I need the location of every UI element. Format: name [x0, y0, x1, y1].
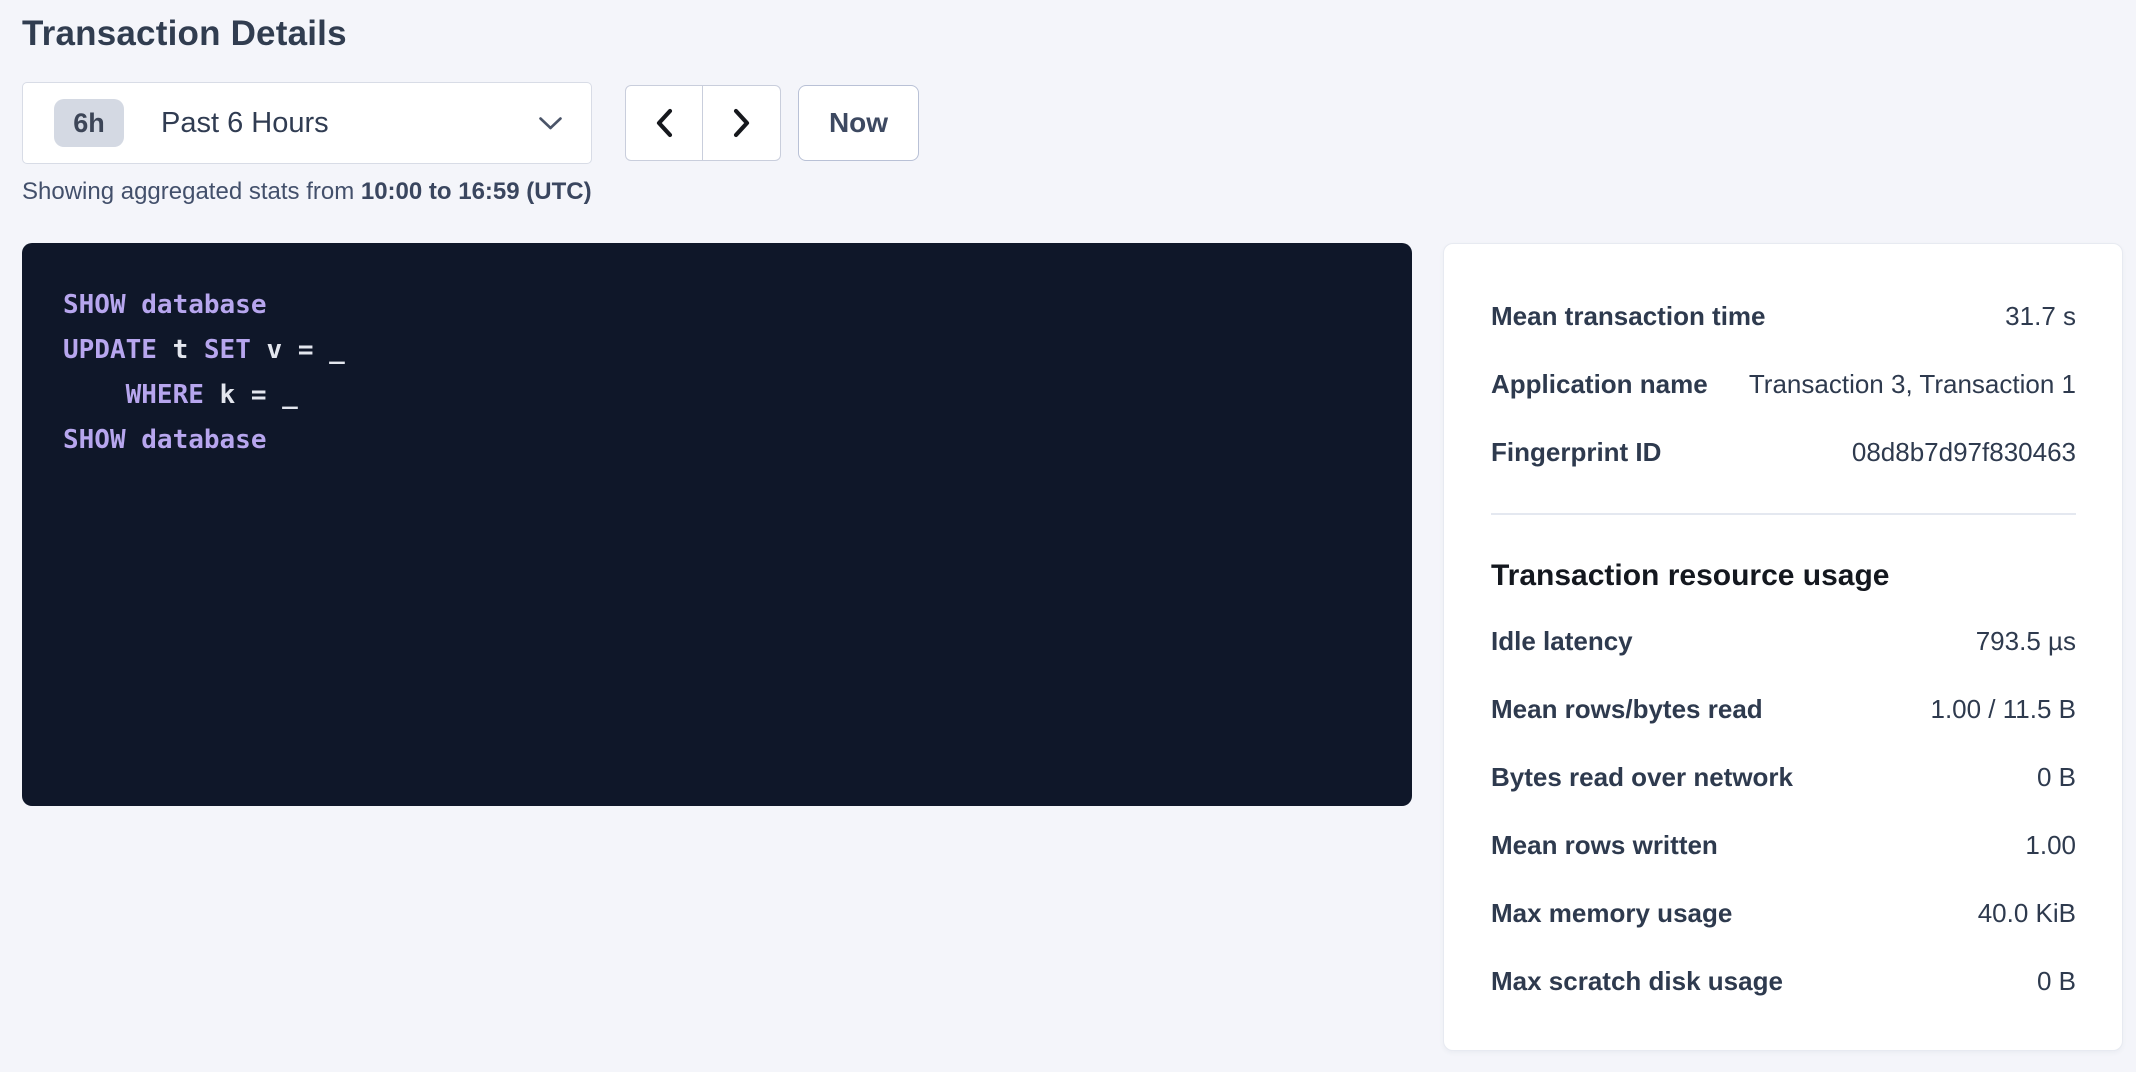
sql-line: SHOW database — [63, 283, 1372, 328]
stat-value: 0 B — [2037, 964, 2076, 998]
stat-row: Mean transaction time 31.7 s — [1491, 299, 2076, 333]
stat-row: Max memory usage 40.0 KiB — [1491, 896, 2076, 930]
sql-token-plain: k = _ — [204, 380, 298, 410]
sql-token-plain: t — [157, 335, 204, 365]
sql-token-keyword: SHOW database — [63, 425, 267, 455]
aggregation-summary: Showing aggregated stats from 10:00 to 1… — [22, 178, 2123, 206]
sql-token-plain — [63, 380, 126, 410]
stat-value: 0 B — [2037, 760, 2076, 794]
aggregation-summary-prefix: Showing aggregated stats from — [22, 178, 361, 205]
stat-value: 08d8b7d97f830463 — [1852, 435, 2076, 469]
stat-label: Application name — [1491, 367, 1708, 401]
resource-usage-stats: Idle latency 793.5 µs Mean rows/bytes read… — [1491, 624, 2076, 998]
resource-usage-heading: Transaction resource usage — [1491, 557, 2076, 595]
stat-label: Mean rows/bytes read — [1491, 692, 1763, 726]
stat-value: 40.0 KiB — [1978, 896, 2076, 930]
aggregation-summary-range: 10:00 to 16:59 (UTC) — [361, 178, 592, 205]
stat-value: Transaction 3, Transaction 1 — [1749, 367, 2076, 401]
now-button[interactable]: Now — [798, 85, 919, 161]
time-range-selected-label: Past 6 Hours — [161, 107, 329, 140]
stat-value: 793.5 µs — [1976, 624, 2076, 658]
stat-value: 1.00 / 11.5 B — [1930, 692, 2076, 726]
stat-label: Mean transaction time — [1491, 299, 1766, 333]
stat-row: Bytes read over network 0 B — [1491, 760, 2076, 794]
stat-label: Max memory usage — [1491, 896, 1732, 930]
next-interval-button[interactable] — [703, 85, 781, 161]
stat-row: Mean rows written 1.00 — [1491, 828, 2076, 862]
stat-label: Idle latency — [1491, 624, 1633, 658]
sql-token-keyword: UPDATE — [63, 335, 157, 365]
sql-line: UPDATE t SET v = _ — [63, 328, 1372, 373]
stat-row: Mean rows/bytes read 1.00 / 11.5 B — [1491, 692, 2076, 726]
stat-row: Fingerprint ID 08d8b7d97f830463 — [1491, 435, 2076, 469]
time-range-dropdown[interactable]: 6h Past 6 Hours — [22, 82, 592, 164]
stat-label: Fingerprint ID — [1491, 435, 1661, 469]
stat-value: 31.7 s — [2005, 299, 2076, 333]
page-title: Transaction Details — [22, 14, 2123, 54]
time-controls: 6h Past 6 Hours Now — [22, 82, 2123, 164]
sql-token-keyword: SHOW database — [63, 290, 267, 320]
prev-interval-button[interactable] — [625, 85, 703, 161]
transaction-details-card: Mean transaction time 31.7 s Application n… — [1443, 243, 2123, 1051]
stat-value: 1.00 — [2025, 828, 2076, 862]
stat-label: Bytes read over network — [1491, 760, 1793, 794]
time-range-badge: 6h — [54, 99, 124, 147]
stat-label: Max scratch disk usage — [1491, 964, 1783, 998]
summary-stats: Mean transaction time 31.7 s Application n… — [1491, 299, 2076, 469]
chevron-down-icon — [538, 116, 563, 131]
stat-row: Application name Transaction 3, Transacti… — [1491, 367, 2076, 401]
main-content: SHOW database UPDATE t SET v = _ WHERE k … — [22, 243, 2123, 1051]
transaction-details-page: Transaction Details 6h Past 6 Hours Now — [0, 0, 2136, 1051]
sql-line: SHOW database — [63, 418, 1372, 463]
stat-row: Max scratch disk usage 0 B — [1491, 964, 2076, 998]
sql-statement-box: SHOW database UPDATE t SET v = _ WHERE k … — [22, 243, 1412, 806]
interval-arrow-group — [625, 85, 781, 161]
sql-token-plain: v = _ — [251, 335, 345, 365]
chevron-right-icon — [731, 107, 753, 139]
sql-token-keyword: WHERE — [126, 380, 204, 410]
sql-token-keyword: SET — [204, 335, 251, 365]
sql-line: WHERE k = _ — [63, 373, 1372, 418]
chevron-left-icon — [653, 107, 675, 139]
stat-row: Idle latency 793.5 µs — [1491, 624, 2076, 658]
card-divider — [1491, 513, 2076, 515]
stat-label: Mean rows written — [1491, 828, 1718, 862]
